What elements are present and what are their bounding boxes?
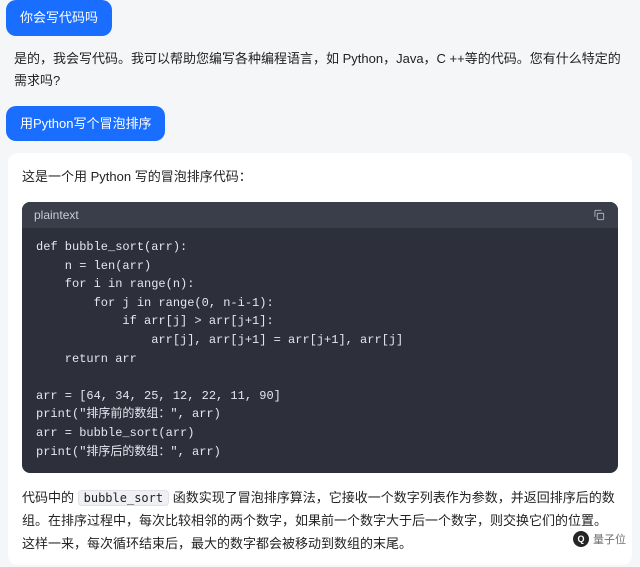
code-language-label: plaintext [34, 208, 79, 222]
assistant-reply-card: 这是一个用 Python 写的冒泡排序代码： plaintext def bub… [8, 153, 632, 565]
explain-pre: 代码中的 [22, 490, 78, 505]
watermark-logo: Q [573, 531, 589, 547]
code-block: plaintext def bubble_sort(arr): n = len(… [22, 202, 618, 473]
user-message-2: 用Python写个冒泡排序 [6, 106, 165, 142]
assistant-explanation: 代码中的 bubble_sort 函数实现了冒泡排序算法，它接收一个数字列表作为… [22, 487, 618, 555]
assistant-intro: 这是一个用 Python 写的冒泡排序代码： [22, 167, 618, 188]
assistant-message-1: 是的，我会写代码。我可以帮助您编写各种编程语言，如 Python，Java，C … [0, 48, 640, 106]
watermark-logo-text: Q [577, 534, 584, 544]
copy-icon[interactable] [592, 208, 606, 222]
inline-code-bubble-sort: bubble_sort [78, 490, 169, 506]
watermark: Q 量子位 [573, 531, 626, 547]
chat-container: 你会写代码吗 是的，我会写代码。我可以帮助您编写各种编程语言，如 Python，… [0, 0, 640, 565]
assistant-intro-text: 这是一个用 Python 写的冒泡排序代码： [22, 169, 252, 184]
user-message-2-text: 用Python写个冒泡排序 [20, 116, 151, 131]
user-message-1-text: 你会写代码吗 [20, 10, 98, 25]
assistant-message-1-text: 是的，我会写代码。我可以帮助您编写各种编程语言，如 Python，Java，C … [14, 51, 621, 88]
watermark-label: 量子位 [593, 531, 626, 547]
code-content: def bubble_sort(arr): n = len(arr) for i… [22, 228, 618, 473]
user-message-1: 你会写代码吗 [6, 0, 112, 36]
code-header: plaintext [22, 202, 618, 228]
